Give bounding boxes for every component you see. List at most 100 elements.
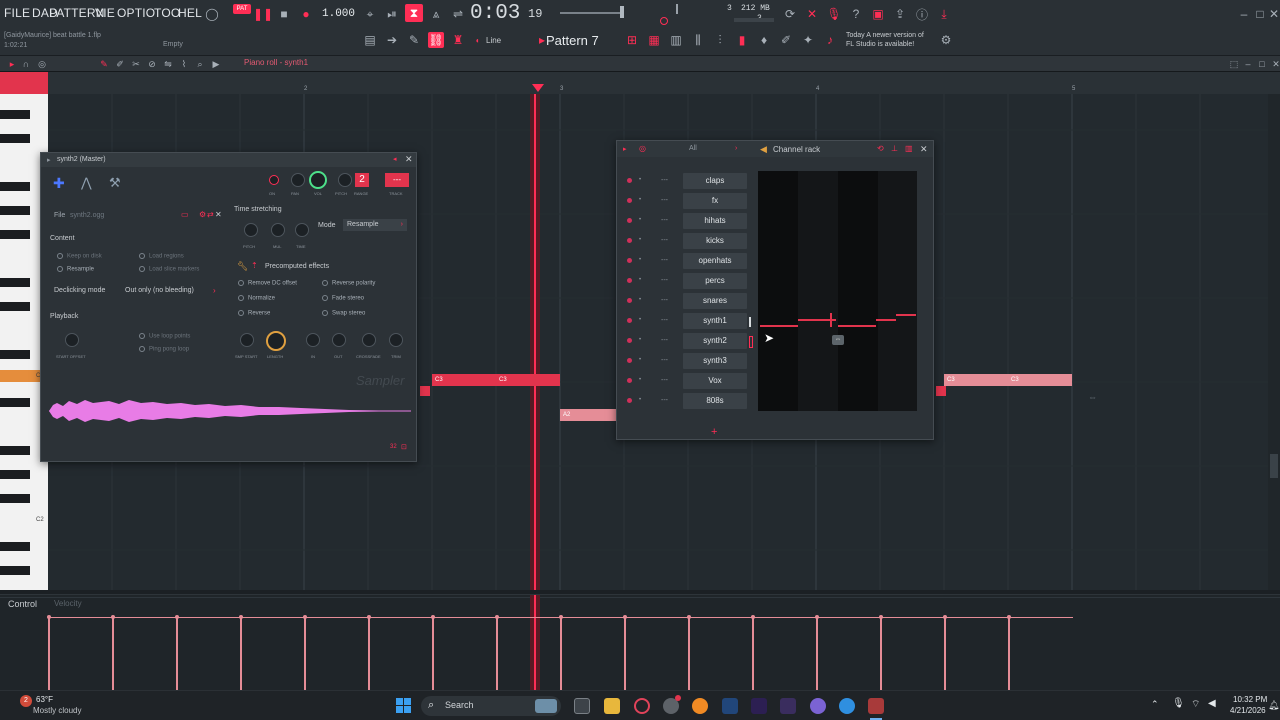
length-knob[interactable] bbox=[266, 331, 286, 351]
add-pattern-icon[interactable]: ⊞ bbox=[624, 32, 640, 48]
slice-icon[interactable]: ⌇ bbox=[176, 56, 192, 72]
playhead-marker[interactable] bbox=[532, 84, 544, 92]
sampler-resize-icon[interactable]: ⊡ bbox=[401, 443, 407, 451]
mute-icon[interactable]: ⊘ bbox=[144, 56, 160, 72]
time-clock[interactable]: 0:03 bbox=[470, 2, 520, 25]
note[interactable]: C3 bbox=[496, 374, 560, 386]
menu-file[interactable]: FILE bbox=[4, 6, 30, 20]
note-stub[interactable] bbox=[420, 386, 430, 396]
black-key[interactable] bbox=[0, 398, 30, 407]
channel-select-marker-2[interactable] bbox=[749, 336, 753, 348]
tray-mic-icon[interactable]: 🎙︎ bbox=[1172, 698, 1185, 709]
channel-button[interactable]: percs bbox=[683, 273, 747, 289]
channel-button[interactable]: synth3 bbox=[683, 353, 747, 369]
add-channel-button[interactable]: + bbox=[711, 426, 717, 438]
black-key[interactable] bbox=[0, 206, 30, 215]
fade-stereo-option[interactable]: Fade stereo bbox=[322, 295, 364, 302]
draw-icon[interactable]: ✎ bbox=[96, 56, 112, 72]
help-icon[interactable]: ? bbox=[848, 6, 864, 22]
channel-mixer-track[interactable]: --- bbox=[661, 257, 668, 264]
mixer-window-icon[interactable]: ⫶ bbox=[712, 32, 728, 48]
channel-row[interactable]: • --- percs bbox=[623, 273, 763, 289]
magnet-icon[interactable]: ∩ bbox=[18, 56, 34, 72]
channel-row[interactable]: • --- synth3 bbox=[623, 353, 763, 369]
note[interactable]: C3 bbox=[1008, 374, 1072, 386]
channel-pan-icon[interactable]: • bbox=[639, 297, 641, 303]
clock-knob-icon[interactable]: ◯ bbox=[204, 6, 220, 22]
black-key[interactable] bbox=[0, 446, 30, 455]
channel-mixer-track[interactable]: --- bbox=[661, 337, 668, 344]
channel-mixer-track[interactable]: --- bbox=[661, 377, 668, 384]
channel-row[interactable]: • --- Vox bbox=[623, 373, 763, 389]
opera-icon[interactable] bbox=[634, 698, 650, 714]
play-button[interactable]: ❚❚ bbox=[253, 6, 273, 22]
mode-dropdown[interactable]: Resample › bbox=[343, 219, 407, 231]
channel-row[interactable]: • --- snares bbox=[623, 293, 763, 309]
clock-time[interactable]: 10:32 PM bbox=[1233, 695, 1267, 704]
black-key[interactable] bbox=[0, 278, 30, 287]
task-view-icon[interactable] bbox=[574, 698, 590, 714]
minimize-icon[interactable]: – bbox=[1236, 6, 1252, 22]
close-icon[interactable]: ✕ bbox=[1266, 6, 1280, 22]
load-slice-markers-option[interactable]: Load slice markers bbox=[139, 266, 199, 273]
channel-led[interactable] bbox=[627, 258, 632, 263]
plugin-picker-icon[interactable]: ♦ bbox=[756, 32, 772, 48]
channel-row[interactable]: • --- synth1 bbox=[623, 313, 763, 329]
channel-led[interactable] bbox=[627, 198, 632, 203]
volume-knob[interactable] bbox=[309, 171, 327, 189]
channel-pan-icon[interactable]: • bbox=[639, 217, 641, 223]
playback-icon[interactable]: ▶ bbox=[208, 56, 224, 72]
channel-row[interactable]: • --- hihats bbox=[623, 213, 763, 229]
pat-song-toggle[interactable]: PAT bbox=[233, 4, 251, 14]
channel-mixer-track[interactable]: --- bbox=[661, 357, 668, 364]
channel-rack-window[interactable]: ▸ ◎ All › ◀︎ Channel rack ⟲ ⊥ ▥ ✕ • --- cl… bbox=[616, 140, 934, 440]
sampler-window[interactable]: ▸ synth2 (Master) ◂ ✕ ✚ ⋀ ⚒ 2 ‑‑‑ ON PAN… bbox=[40, 152, 417, 462]
black-key[interactable] bbox=[0, 542, 30, 551]
note[interactable]: C3 bbox=[944, 374, 1008, 386]
channel-led[interactable] bbox=[627, 218, 632, 223]
channel-row[interactable]: • --- openhats bbox=[623, 253, 763, 269]
effects-arrow-icon[interactable]: ⇡ bbox=[251, 261, 258, 270]
rack-filter[interactable]: All bbox=[689, 145, 697, 152]
tempo-tap-icon[interactable]: ♪ bbox=[822, 32, 838, 48]
ping-pong-loop-option[interactable]: Ping pong loop bbox=[139, 346, 189, 353]
file-explorer-icon[interactable] bbox=[604, 698, 620, 714]
channel-button[interactable]: hihats bbox=[683, 213, 747, 229]
channel-mixer-track[interactable]: --- bbox=[661, 217, 668, 224]
playlist-window-icon[interactable]: ▦ bbox=[646, 32, 662, 48]
rack-undo-icon[interactable]: ⟲ bbox=[877, 144, 884, 153]
ts-mul-knob[interactable] bbox=[271, 223, 285, 237]
channel-led[interactable] bbox=[627, 278, 632, 283]
channel-led[interactable] bbox=[627, 318, 632, 323]
vertical-scroll-thumb[interactable] bbox=[1270, 454, 1278, 478]
misc-tab-icon[interactable]: ⚒ bbox=[109, 175, 121, 191]
channel-mixer-track[interactable]: --- bbox=[661, 317, 668, 324]
pr-close-icon[interactable]: ✕ bbox=[1268, 56, 1280, 72]
clock-date[interactable]: 4/21/2026 bbox=[1230, 706, 1266, 715]
wait-icon[interactable]: ⏯ bbox=[384, 6, 400, 22]
rack-swing-icon[interactable]: ◎ bbox=[639, 144, 646, 153]
slip-icon[interactable]: ⇋ bbox=[160, 56, 176, 72]
sampler-menu-icon[interactable]: ▸ bbox=[47, 156, 51, 164]
start-offset-knob[interactable] bbox=[65, 333, 79, 347]
blend-icon[interactable]: ⩓ bbox=[428, 6, 444, 22]
browser-window-icon[interactable]: ▮ bbox=[734, 32, 750, 48]
channel-led[interactable] bbox=[627, 398, 632, 403]
channel-row[interactable]: • --- synth2 bbox=[623, 333, 763, 349]
note[interactable]: A2 bbox=[560, 409, 616, 421]
plugin-tab-icon[interactable]: ✚ bbox=[53, 175, 65, 192]
channel-led[interactable] bbox=[627, 358, 632, 363]
channel-led[interactable] bbox=[627, 378, 632, 383]
file-name[interactable]: synth2.ogg bbox=[70, 212, 104, 219]
weather-condition[interactable]: Mostly cloudy bbox=[33, 706, 81, 715]
smp-start-knob[interactable] bbox=[240, 333, 254, 347]
channel-pan-icon[interactable]: • bbox=[639, 257, 641, 263]
black-key[interactable] bbox=[0, 230, 30, 239]
black-key[interactable] bbox=[0, 110, 30, 119]
piano-roll-window-icon[interactable]: ▥ bbox=[668, 32, 684, 48]
weather-icon[interactable]: 2 bbox=[20, 695, 32, 707]
tray-volume-icon[interactable]: ◀︎ bbox=[1208, 698, 1216, 709]
weather-temp[interactable]: 63°F bbox=[36, 695, 53, 704]
channel-button[interactable]: claps bbox=[683, 173, 747, 189]
keep-on-disk-option[interactable]: Keep on disk bbox=[57, 253, 102, 260]
